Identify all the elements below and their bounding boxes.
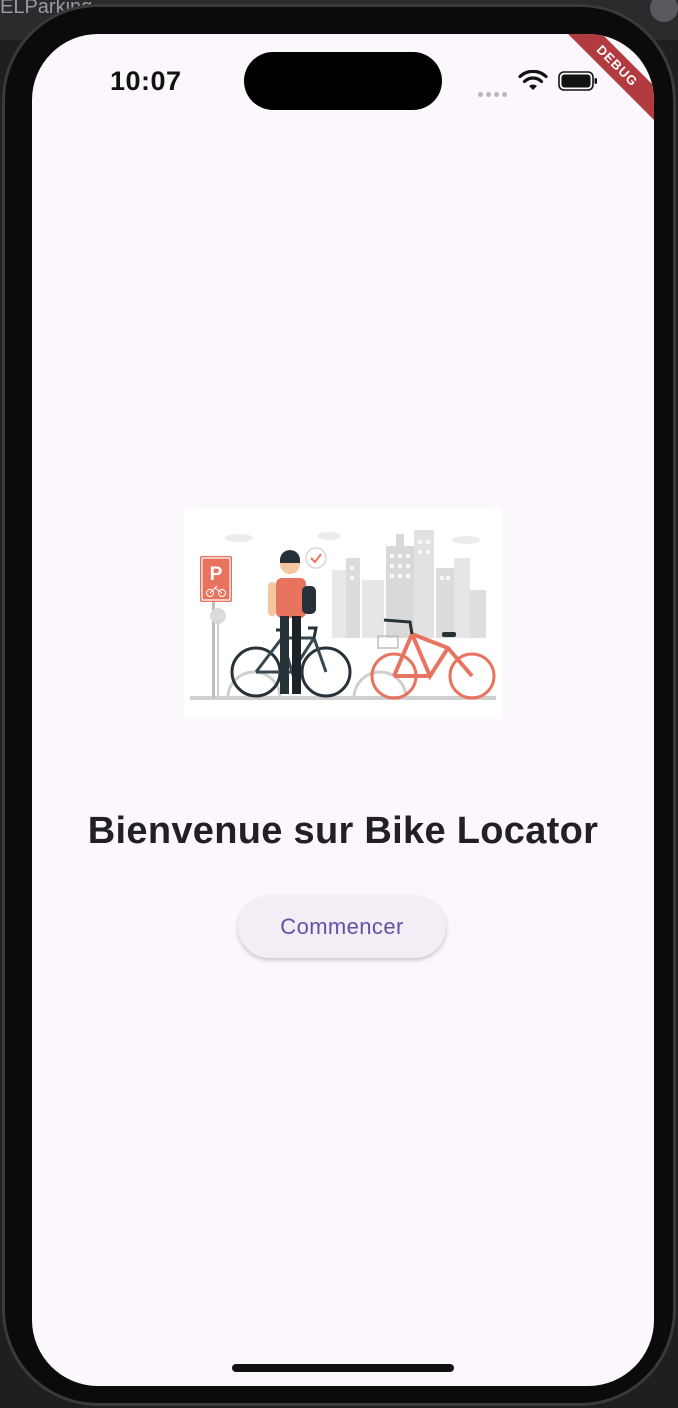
- welcome-title: Bienvenue sur Bike Locator: [87, 810, 599, 852]
- bike-parking-illustration: P: [184, 508, 502, 719]
- dynamic-island: [244, 52, 442, 110]
- home-indicator[interactable]: [232, 1364, 454, 1372]
- battery-icon: [558, 71, 597, 91]
- wifi-icon: [518, 70, 548, 90]
- status-time: 10:07: [110, 66, 182, 96]
- phone-frame: 10:07 DEBUG P Bienvenue sur Bike Locator…: [2, 4, 676, 1406]
- start-button[interactable]: Commencer: [238, 896, 446, 958]
- signal-dots-icon: [478, 84, 510, 97]
- background-app-icon: [650, 0, 678, 22]
- app-screen: 10:07 DEBUG P Bienvenue sur Bike Locator…: [32, 34, 654, 1386]
- parking-sign-letter: P: [210, 564, 223, 585]
